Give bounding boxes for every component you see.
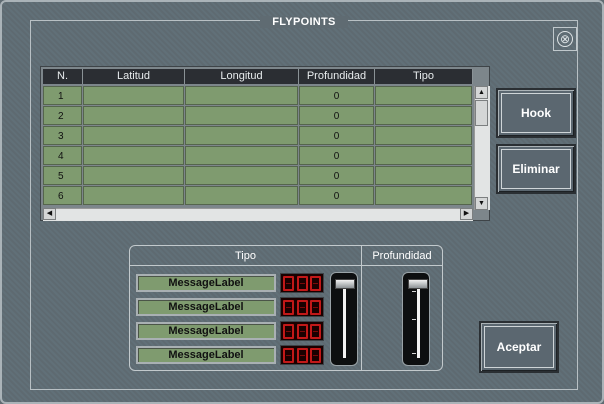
table-row[interactable]: 2 0: [43, 106, 473, 126]
cell-tipo[interactable]: [375, 146, 472, 165]
scroll-down-button[interactable]: ▼: [475, 197, 488, 210]
led-display: [280, 345, 324, 365]
hook-button[interactable]: Hook: [496, 88, 576, 138]
hook-button-label: Hook: [521, 106, 551, 120]
eliminar-button[interactable]: Eliminar: [496, 144, 576, 194]
cell-longitud[interactable]: [185, 106, 298, 125]
cell-n[interactable]: 4: [43, 146, 82, 165]
cell-profundidad[interactable]: 0: [299, 86, 374, 105]
cell-longitud[interactable]: [185, 86, 298, 105]
window-title: FLYPOINTS: [2, 12, 604, 30]
cell-latitud[interactable]: [83, 106, 184, 125]
cell-tipo[interactable]: [375, 166, 472, 185]
led-digit: [309, 323, 321, 339]
column-header-longitud[interactable]: Longitud: [185, 69, 299, 84]
cell-n[interactable]: 2: [43, 106, 82, 125]
cell-longitud[interactable]: [185, 166, 298, 185]
message-label: MessageLabel: [136, 346, 276, 364]
flypoints-window: FLYPOINTS ⊗ N. Latitud Longitud Profundi…: [0, 0, 604, 404]
cell-latitud[interactable]: [83, 186, 184, 205]
led-display: [280, 321, 324, 341]
vertical-scrollbar[interactable]: ▲ ▼: [474, 86, 490, 210]
column-header-profundidad[interactable]: Profundidad: [299, 69, 375, 84]
slider-tick: [412, 319, 416, 320]
cell-tipo[interactable]: [375, 186, 472, 205]
cell-n[interactable]: 1: [43, 86, 82, 105]
flypoints-table: N. Latitud Longitud Profundidad Tipo 1 0…: [40, 66, 490, 221]
tipo-header: Tipo: [130, 246, 361, 266]
tipo-slider-thumb[interactable]: [335, 279, 355, 289]
slider-tick: [412, 353, 416, 354]
led-display: [280, 273, 324, 293]
message-label: MessageLabel: [136, 298, 276, 316]
scroll-up-button[interactable]: ▲: [475, 86, 488, 99]
horizontal-scrollbar[interactable]: ◀ ▶: [43, 208, 473, 221]
table-row[interactable]: 4 0: [43, 146, 473, 166]
scroll-left-button[interactable]: ◀: [43, 208, 56, 220]
panel-divider: [361, 246, 362, 370]
table-row[interactable]: 1 0: [43, 86, 473, 106]
window-title-text: FLYPOINTS: [260, 16, 348, 28]
slider-tick: [412, 291, 416, 292]
led-digit: [309, 275, 321, 291]
cell-profundidad[interactable]: 0: [299, 126, 374, 145]
message-label: MessageLabel: [136, 322, 276, 340]
tipo-slider[interactable]: [330, 272, 358, 366]
table-row[interactable]: 3 0: [43, 126, 473, 146]
close-button[interactable]: ⊗: [553, 27, 577, 51]
cell-n[interactable]: 6: [43, 186, 82, 205]
column-header-tipo[interactable]: Tipo: [375, 69, 473, 84]
led-digit: [296, 299, 308, 315]
led-digit: [296, 347, 308, 363]
cell-longitud[interactable]: [185, 126, 298, 145]
led-digit: [296, 275, 308, 291]
close-icon: ⊗: [557, 31, 573, 47]
cell-tipo[interactable]: [375, 126, 472, 145]
cell-profundidad[interactable]: 0: [299, 186, 374, 205]
led-display: [280, 297, 324, 317]
led-digit: [296, 323, 308, 339]
tipo-profundidad-panel: Tipo Profundidad MessageLabel MessageLab…: [129, 245, 443, 371]
profundidad-slider-track: [417, 283, 420, 358]
cell-latitud[interactable]: [83, 146, 184, 165]
cell-latitud[interactable]: [83, 126, 184, 145]
profundidad-header: Profundidad: [362, 246, 442, 266]
profundidad-slider-thumb[interactable]: [408, 279, 428, 289]
scroll-right-button[interactable]: ▶: [460, 208, 473, 220]
table-row[interactable]: 6 0: [43, 186, 473, 206]
aceptar-button-label: Aceptar: [496, 340, 542, 354]
led-digit: [283, 347, 295, 363]
aceptar-button[interactable]: Aceptar: [479, 321, 559, 373]
column-header-latitud[interactable]: Latitud: [83, 69, 185, 84]
cell-profundidad[interactable]: 0: [299, 106, 374, 125]
cell-n[interactable]: 5: [43, 166, 82, 185]
cell-longitud[interactable]: [185, 146, 298, 165]
scroll-thumb[interactable]: [475, 100, 488, 126]
profundidad-slider[interactable]: [402, 272, 430, 366]
cell-latitud[interactable]: [83, 86, 184, 105]
message-label: MessageLabel: [136, 274, 276, 292]
column-header-n[interactable]: N.: [43, 69, 83, 84]
cell-tipo[interactable]: [375, 86, 472, 105]
eliminar-button-label: Eliminar: [512, 162, 560, 176]
cell-profundidad[interactable]: 0: [299, 146, 374, 165]
led-digit: [283, 299, 295, 315]
cell-latitud[interactable]: [83, 166, 184, 185]
cell-longitud[interactable]: [185, 186, 298, 205]
cell-profundidad[interactable]: 0: [299, 166, 374, 185]
led-digit: [309, 299, 321, 315]
led-digit: [283, 275, 295, 291]
led-digit: [309, 347, 321, 363]
led-digit: [283, 323, 295, 339]
tipo-slider-track: [343, 283, 346, 358]
cell-tipo[interactable]: [375, 106, 472, 125]
table-row[interactable]: 5 0: [43, 166, 473, 186]
table-header: N. Latitud Longitud Profundidad Tipo: [43, 69, 473, 84]
table-body: 1 0 2 0 3 0 4 0 5 0 6 0: [43, 86, 473, 210]
cell-n[interactable]: 3: [43, 126, 82, 145]
